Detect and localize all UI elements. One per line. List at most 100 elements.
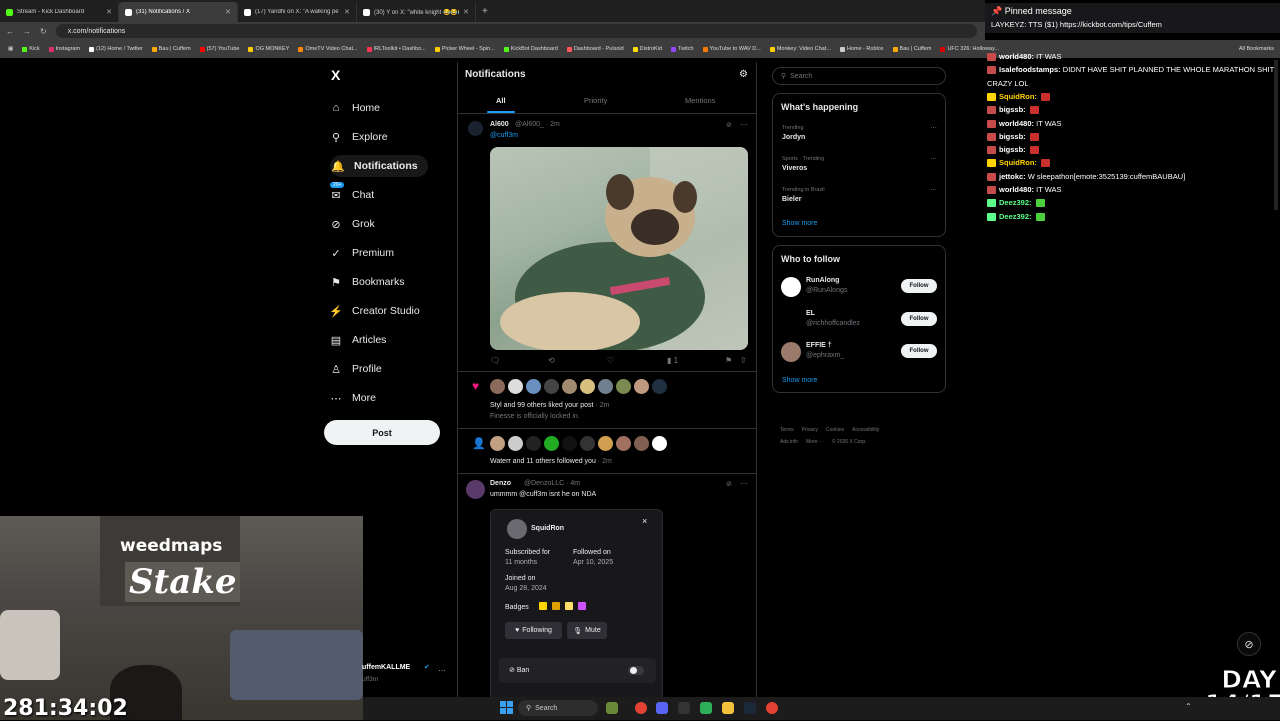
start-button[interactable] <box>500 701 513 714</box>
post-author-name[interactable]: Al600 <box>490 121 509 128</box>
follow-button[interactable]: Follow <box>901 279 937 293</box>
folder-icon[interactable] <box>722 702 734 714</box>
reload-icon[interactable]: ↻ <box>40 27 47 36</box>
chat-username[interactable]: Deez392: <box>999 212 1032 221</box>
more-icon[interactable]: ⋯ <box>930 124 937 132</box>
avatar[interactable] <box>781 277 801 297</box>
new-tab-button[interactable]: + <box>476 2 494 22</box>
scrollbar[interactable] <box>1274 60 1278 210</box>
footer-link[interactable]: More ··· <box>806 439 824 445</box>
show-more-link[interactable]: Show more <box>782 377 817 384</box>
app-icon[interactable] <box>700 702 712 714</box>
avatar[interactable] <box>468 121 483 136</box>
trend-item[interactable]: Bieler <box>782 196 801 203</box>
bookmark-item[interactable]: (12) Home / Twitter <box>89 46 143 52</box>
chat-username[interactable]: bigssb: <box>999 132 1026 141</box>
close-tab-icon[interactable]: ✕ <box>463 8 469 16</box>
discord-icon[interactable] <box>656 702 668 714</box>
footer-link[interactable]: Ads info <box>780 439 798 445</box>
mute-button[interactable]: 🎙 Mute <box>567 622 607 639</box>
sidebar-item-notifications[interactable]: 🔔 Notifications <box>330 155 428 177</box>
footer-link[interactable]: Cookies <box>826 427 844 433</box>
sidebar-item-articles[interactable]: ▤ Articles <box>330 329 387 351</box>
sidebar-item-premium[interactable]: ✓ Premium <box>330 242 394 264</box>
bookmark-item[interactable]: Picker Wheel - Spin... <box>434 46 495 52</box>
chat-username[interactable]: bigssb: <box>999 145 1026 154</box>
bookmark-item[interactable]: Home - Roblox <box>839 46 884 52</box>
account-name[interactable]: uffemKALLME <box>362 664 410 671</box>
more-icon[interactable]: ⋯ <box>740 479 748 488</box>
tab-priority[interactable]: Priority <box>584 96 607 105</box>
post-button[interactable]: Post <box>324 420 440 445</box>
sidebar-item-home[interactable]: ⌂ Home <box>330 97 380 119</box>
close-tab-icon[interactable]: ✕ <box>106 8 112 16</box>
avatar[interactable] <box>781 342 801 362</box>
suggestion-name[interactable]: RunAlong <box>806 277 839 284</box>
follow-button[interactable]: Follow <box>901 312 937 326</box>
share-icon[interactable]: ⇧ <box>740 356 747 365</box>
avatar[interactable] <box>466 480 485 499</box>
more-icon[interactable]: ⋯ <box>930 155 937 163</box>
grok-icon[interactable]: ⊘ <box>726 121 732 129</box>
trend-item[interactable]: Viveros <box>782 165 807 172</box>
sidebar-item-more[interactable]: ⋯ More <box>330 387 376 409</box>
post-author-name[interactable]: Denzo <box>490 480 511 487</box>
taskbar-search[interactable]: ⚲ Search <box>518 700 598 716</box>
widget-icon[interactable] <box>606 702 618 714</box>
chat-username[interactable]: Deez392: <box>999 198 1032 207</box>
follow-button[interactable]: Follow <box>901 344 937 358</box>
like-icon[interactable]: ♡ <box>607 356 614 365</box>
sidebar-item-profile[interactable]: ♙ Profile <box>330 358 382 380</box>
ban-row[interactable]: ⊘ Ban <box>499 658 656 683</box>
chat-username[interactable]: jettokc: <box>999 172 1026 181</box>
footer-link[interactable]: Privacy <box>802 427 818 433</box>
back-icon[interactable]: ← <box>6 27 14 36</box>
chrome-icon[interactable] <box>766 702 778 714</box>
bookmark-item[interactable]: Bau | Cuffem <box>892 46 931 52</box>
browser-tab[interactable]: (30) Y on X: "white knight 😂😂😂 ✕ <box>357 2 476 22</box>
post-mention[interactable]: @cuff3m <box>490 132 518 139</box>
footer-link[interactable]: Accessibility <box>852 427 879 433</box>
gear-icon[interactable]: ⚙ <box>739 69 748 80</box>
bookmark-item[interactable]: YouTube to WAV D... <box>702 46 761 52</box>
suggestion-name[interactable]: EL <box>806 310 815 317</box>
browser-tab-active[interactable]: (31) Notifications / X ✕ <box>119 2 238 22</box>
sidebar-item-creator-studio[interactable]: ⚡ Creator Studio <box>329 300 420 322</box>
chat-username[interactable]: SquidRon: <box>999 158 1037 167</box>
sidebar-item-bookmarks[interactable]: ⚑ Bookmarks <box>330 271 404 293</box>
bookmark-item[interactable]: Twitch <box>670 46 694 52</box>
browser-tab[interactable]: Stream - Kick Dashboard ✕ <box>0 2 119 22</box>
bookmark-item[interactable]: OmeTV Video Chat... <box>298 46 358 52</box>
chat-username[interactable]: world480: <box>999 119 1034 128</box>
search-input[interactable]: ⚲ Search <box>772 67 946 85</box>
url-input[interactable]: x.com/notifications <box>55 24 977 38</box>
close-icon[interactable]: × <box>642 516 647 526</box>
show-more-link[interactable]: Show more <box>782 220 817 227</box>
app-icon[interactable] <box>678 702 690 714</box>
sidebar-item-grok[interactable]: ⊘ Grok <box>330 213 374 235</box>
bookmark-item[interactable]: OG MONKEY <box>248 46 289 52</box>
forward-icon[interactable]: → <box>23 27 31 36</box>
post-image[interactable] <box>490 147 748 350</box>
liker-avatars[interactable] <box>490 379 667 394</box>
follower-avatars[interactable] <box>490 436 667 451</box>
sidebar-item-explore[interactable]: ⚲ Explore <box>330 126 388 148</box>
close-tab-icon[interactable]: ✕ <box>344 8 350 16</box>
tray-chevron-icon[interactable]: ⌃ <box>1185 702 1192 711</box>
chat-username[interactable]: world480: <box>999 52 1034 61</box>
views-icon[interactable]: ▮ 1 <box>667 356 678 365</box>
chat-username[interactable]: bigssb: <box>999 105 1026 114</box>
footer-link[interactable]: Terms <box>780 427 794 433</box>
suggestion-name[interactable]: EFFIE † <box>806 342 832 349</box>
bookmark-item[interactable]: DistroKid <box>632 46 662 52</box>
tab-all[interactable]: All <box>496 96 506 105</box>
bookmark-item[interactable]: Kick <box>22 46 40 52</box>
bookmark-item[interactable]: (57) YouTube <box>199 46 239 52</box>
more-icon[interactable]: ⋯ <box>438 666 446 675</box>
more-icon[interactable]: ⋯ <box>740 120 748 129</box>
chat-username[interactable]: Isalefoodstamps: <box>999 65 1061 74</box>
chat-username[interactable]: world480: <box>999 185 1034 194</box>
ban-toggle[interactable] <box>628 666 644 675</box>
steam-icon[interactable] <box>744 702 756 714</box>
browser-tab[interactable]: (17) Yandhi on X: "A walking pe ✕ <box>238 2 357 22</box>
